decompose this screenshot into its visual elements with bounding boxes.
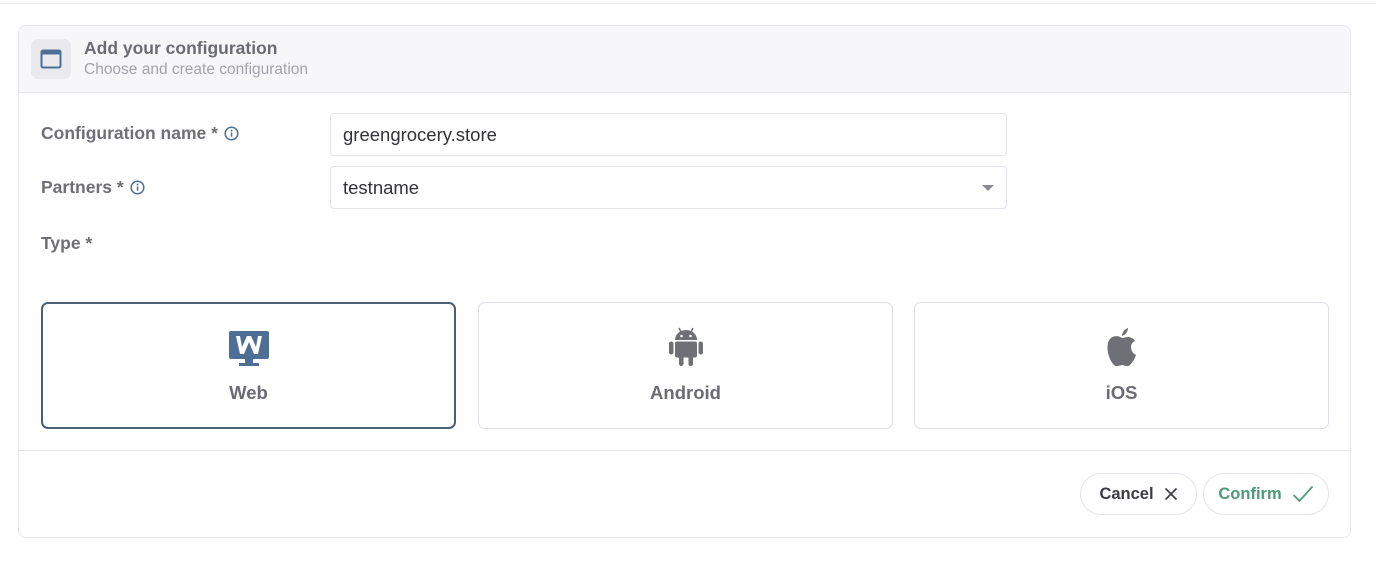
config-name-label-text: Configuration name * xyxy=(41,123,218,143)
confirm-button-label: Confirm xyxy=(1218,484,1282,503)
type-option-web-label: Web xyxy=(229,382,268,403)
panel-title: Add your configuration xyxy=(84,38,278,58)
partners-label: Partners * xyxy=(41,177,145,198)
header-text: Add your configuration Choose and create… xyxy=(84,38,308,80)
type-label: Type * xyxy=(41,233,92,254)
type-label-text: Type * xyxy=(41,233,93,253)
android-icon xyxy=(668,327,703,367)
chevron-down-icon[interactable] xyxy=(982,185,994,191)
config-name-input[interactable]: greengrocery.store xyxy=(330,113,1007,156)
type-option-ios[interactable]: iOS xyxy=(914,302,1329,429)
window-icon xyxy=(31,39,71,79)
type-option-web[interactable]: Web xyxy=(41,302,456,429)
cancel-button-label: Cancel xyxy=(1099,484,1154,503)
footer-divider xyxy=(19,450,1350,451)
panel-subtitle: Choose and create configuration xyxy=(84,61,309,78)
close-icon xyxy=(1164,487,1178,501)
cancel-button[interactable]: Cancel xyxy=(1080,473,1197,515)
web-monitor-icon xyxy=(228,327,269,367)
partners-select[interactable]: testname xyxy=(330,166,1007,209)
info-icon[interactable] xyxy=(130,180,145,195)
configuration-panel: Add your configuration Choose and create… xyxy=(18,25,1351,538)
info-icon[interactable] xyxy=(224,126,239,141)
apple-icon xyxy=(1105,327,1139,367)
type-option-android-label: Android xyxy=(650,382,721,403)
check-icon xyxy=(1292,485,1314,503)
top-divider xyxy=(0,3,1376,4)
config-name-value: greengrocery.store xyxy=(343,123,497,145)
config-name-label: Configuration name * xyxy=(41,123,239,144)
partners-value: testname xyxy=(343,176,420,198)
confirm-button[interactable]: Confirm xyxy=(1203,473,1329,515)
type-option-android[interactable]: Android xyxy=(478,302,893,429)
partners-label-text: Partners * xyxy=(41,177,124,197)
type-option-ios-label: iOS xyxy=(1105,382,1138,403)
panel-header: Add your configuration Choose and create… xyxy=(19,26,1350,93)
